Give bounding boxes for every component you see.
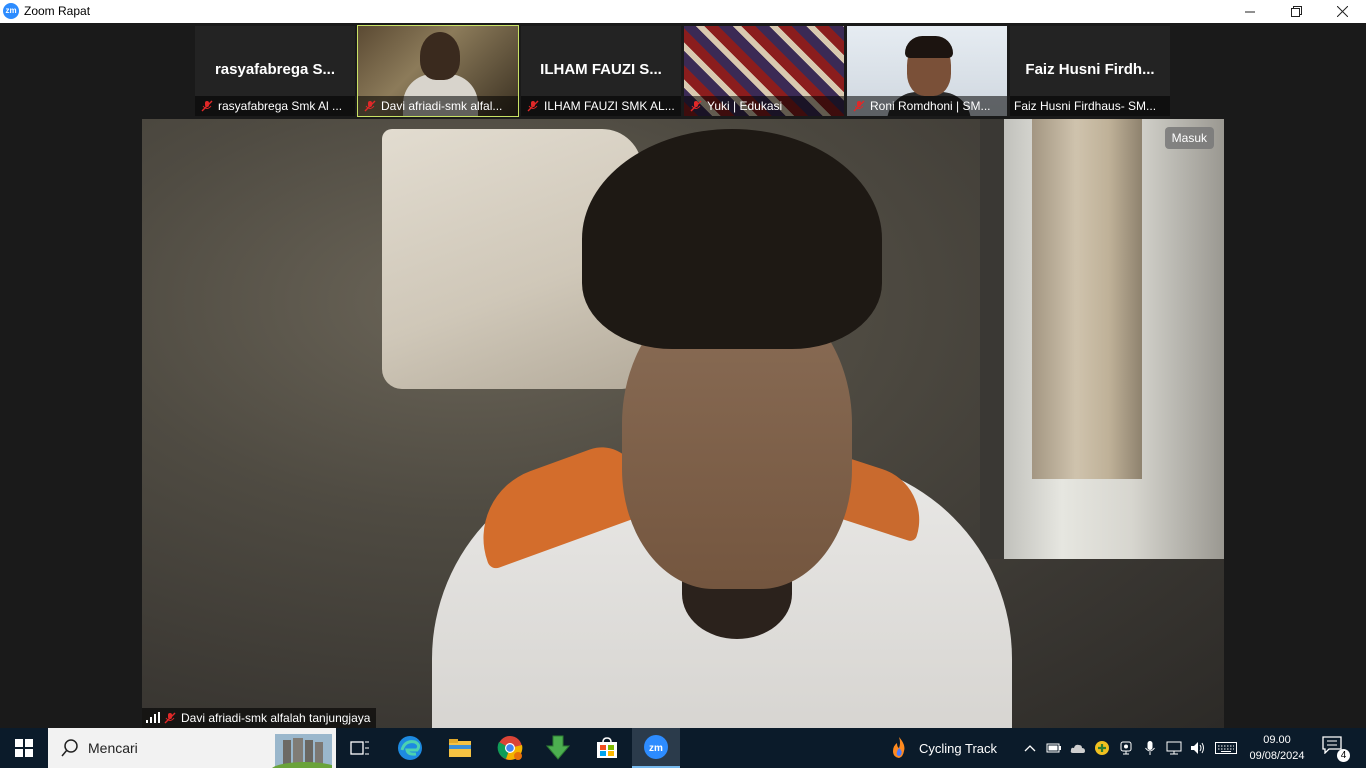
participant-label: ILHAM FAUZI SMK AL... (521, 96, 681, 116)
speaker-hair (582, 129, 882, 349)
edge-button[interactable] (386, 728, 434, 768)
zoom-taskbar-button[interactable]: zm (632, 728, 680, 768)
zoom-app-icon: zm (3, 3, 19, 19)
mic-muted-icon (853, 100, 865, 112)
security-tray-button[interactable] (1094, 740, 1110, 756)
meeting-stage: rasyafabrega S... rasyafabrega Smk Al ..… (0, 23, 1366, 728)
file-explorer-button[interactable] (436, 728, 484, 768)
svg-text:zm: zm (649, 743, 663, 754)
flame-icon (893, 737, 905, 758)
speaker-icon (1191, 742, 1204, 754)
participant-thumbnail[interactable]: Faiz Husni Firdh... Faiz Husni Firdhaus-… (1010, 26, 1170, 116)
participant-name: Davi afriadi-smk alfal... (381, 99, 503, 113)
search-icon (61, 739, 78, 757)
search-highlight-image (272, 734, 332, 768)
speaker-name: Davi afriadi-smk alfalah tanjungjaya (181, 711, 371, 725)
participant-label: Faiz Husni Firdhaus- SM... (1010, 96, 1170, 116)
participant-display-name: Faiz Husni Firdh... (1025, 61, 1155, 78)
participant-name: ILHAM FAUZI SMK AL... (544, 99, 675, 113)
notification-count-badge: 4 (1337, 749, 1350, 762)
clock-date: 09/08/2024 (1249, 750, 1305, 762)
edge-icon (398, 736, 422, 760)
battery-tray-button[interactable] (1046, 740, 1062, 756)
video-feed-person (420, 32, 460, 80)
keyboard-icon (1215, 742, 1237, 754)
participant-name: rasyafabrega Smk Al ... (218, 99, 343, 113)
background-curtain (1032, 119, 1142, 479)
store-icon (597, 737, 617, 758)
onedrive-tray-button[interactable] (1070, 740, 1086, 756)
task-view-button[interactable] (336, 728, 384, 768)
restore-icon (1290, 6, 1302, 17)
speaker-label: Davi afriadi-smk alfalah tanjungjaya (142, 708, 377, 728)
mic-muted-icon (364, 100, 376, 112)
background-frame (980, 119, 1004, 559)
participant-name: Roni Romdhoni | SM... (870, 99, 991, 113)
taskbar-search-box[interactable]: Mencari (48, 728, 336, 768)
chrome-icon (497, 736, 523, 760)
participant-label: Roni Romdhoni | SM... (847, 96, 1007, 116)
weather-label: Cycling Track (919, 740, 998, 756)
weather-widget[interactable]: Cycling Track (888, 728, 997, 768)
signal-strength-icon (146, 712, 160, 723)
participant-label: rasyafabrega Smk Al ... (195, 96, 355, 116)
active-speaker-video[interactable]: Masuk Davi afriadi-smk alfalah tanjungja… (142, 119, 1224, 728)
microphone-tray-button[interactable] (1142, 740, 1158, 756)
system-clock[interactable]: 09.00 09/08/2024 (1242, 732, 1312, 764)
network-icon (1166, 741, 1182, 755)
mic-muted-icon (527, 100, 539, 112)
participant-thumbnail[interactable]: Roni Romdhoni | SM... (847, 26, 1007, 116)
minimize-icon (1245, 11, 1255, 12)
start-button[interactable] (0, 728, 48, 768)
video-feed-hair (905, 36, 953, 58)
show-hidden-icons-button[interactable] (1022, 740, 1038, 756)
cloud-icon (1070, 744, 1085, 753)
restore-button[interactable] (1273, 0, 1319, 23)
keyboard-tray-button[interactable] (1214, 740, 1238, 756)
close-icon (1336, 6, 1348, 17)
mic-muted-icon (164, 712, 176, 724)
download-icon (546, 735, 570, 760)
network-tray-button[interactable] (1166, 740, 1182, 756)
chrome-button[interactable] (486, 728, 534, 768)
search-placeholder: Mencari (88, 740, 138, 756)
clock-time: 09.00 (1263, 734, 1291, 746)
volume-tray-button[interactable] (1190, 740, 1206, 756)
camera-tray-button[interactable] (1118, 740, 1134, 756)
webcam-icon (1120, 741, 1132, 755)
participant-label: Davi afriadi-smk alfal... (358, 96, 518, 116)
minimize-button[interactable] (1227, 0, 1273, 23)
mic-muted-icon (201, 100, 213, 112)
participant-display-name: rasyafabrega S... (214, 61, 336, 78)
participant-thumbnail[interactable]: rasyafabrega S... rasyafabrega Smk Al ..… (195, 26, 355, 116)
join-badge[interactable]: Masuk (1164, 127, 1214, 149)
file-explorer-icon (449, 739, 471, 757)
shield-plus-icon (1095, 741, 1109, 755)
zoom-icon: zm (644, 735, 668, 759)
participant-thumbnail[interactable]: ILHAM FAUZI S... ILHAM FAUZI SMK AL... (521, 26, 681, 116)
close-button[interactable] (1319, 0, 1365, 23)
action-center-button[interactable]: 4 (1322, 736, 1350, 762)
download-manager-button[interactable] (534, 728, 582, 768)
participant-name: Faiz Husni Firdhaus- SM... (1014, 99, 1157, 113)
window-title: Zoom Rapat (24, 4, 91, 18)
microphone-icon (1145, 741, 1155, 755)
windows-logo-icon (15, 739, 33, 757)
store-button[interactable] (583, 728, 631, 768)
mic-muted-icon (690, 100, 702, 112)
participant-thumbnail-active[interactable]: Davi afriadi-smk alfal... (357, 25, 519, 117)
battery-icon (1046, 743, 1061, 753)
participant-label: Yuki | Edukasi (684, 96, 844, 116)
title-bar: zm Zoom Rapat (0, 0, 1366, 23)
participant-display-name: ILHAM FAUZI S... (540, 61, 662, 78)
task-view-icon (350, 741, 369, 755)
participant-thumbnail[interactable]: Yuki | Edukasi (684, 26, 844, 116)
chevron-up-icon (1024, 745, 1036, 752)
taskbar: Mencari zm Cycling Track 09.00 09/08/202… (0, 728, 1366, 768)
participant-name: Yuki | Edukasi (707, 99, 783, 113)
